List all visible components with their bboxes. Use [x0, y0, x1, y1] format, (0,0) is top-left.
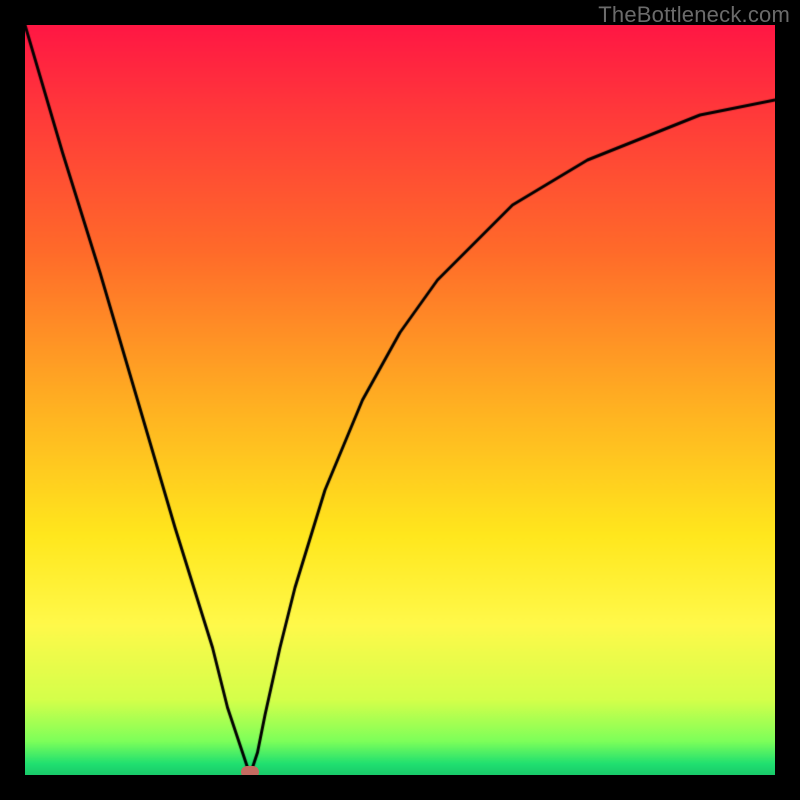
optimal-point-marker: [241, 766, 259, 775]
chart-frame: TheBottleneck.com: [0, 0, 800, 800]
bottleneck-curve: [25, 25, 775, 775]
watermark-text: TheBottleneck.com: [598, 2, 790, 28]
plot-area: [25, 25, 775, 775]
